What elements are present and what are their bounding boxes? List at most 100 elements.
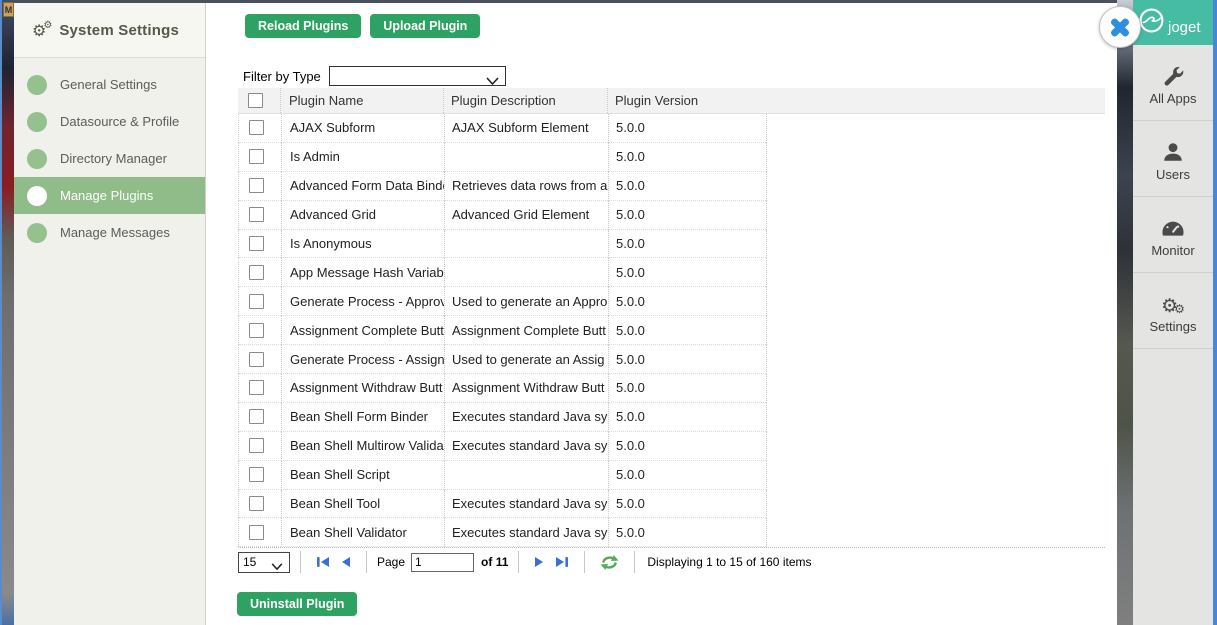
filler-cell — [766, 432, 1105, 461]
refresh-icon[interactable] — [600, 554, 619, 571]
row-checkbox[interactable] — [249, 467, 264, 482]
filler-cell — [766, 287, 1105, 316]
table-row: AJAX SubformAJAX Subform Element5.0.0 — [238, 114, 1105, 143]
plugin-version-cell: 5.0.0 — [608, 287, 766, 316]
bullet-icon — [27, 112, 47, 132]
upload-plugin-button[interactable]: Upload Plugin — [370, 14, 480, 38]
nav-item-settings[interactable]: ⚙⚙Settings — [1133, 273, 1213, 349]
table-row: Is Anonymous5.0.0 — [238, 230, 1105, 259]
row-checkbox[interactable] — [249, 236, 264, 251]
table-body: AJAX SubformAJAX Subform Element5.0.0Is … — [238, 114, 1105, 547]
row-checkbox[interactable] — [249, 380, 264, 395]
plugin-name-cell: Bean Shell Form Binder — [281, 403, 444, 432]
plugin-description-cell — [444, 230, 608, 259]
filler-cell — [766, 374, 1105, 403]
page-label: Page — [377, 555, 405, 569]
table-row: Bean Shell Script5.0.0 — [238, 461, 1105, 490]
system-settings-sidebar: ⚙⚙ System Settings General SettingsDatas… — [14, 3, 206, 625]
row-checkbox-cell — [239, 316, 281, 345]
filter-type-select[interactable] — [329, 66, 506, 86]
page-number-input[interactable] — [411, 553, 474, 572]
uninstall-plugin-button[interactable]: Uninstall Plugin — [237, 592, 357, 616]
row-checkbox[interactable] — [249, 265, 264, 280]
plugin-description-cell: Used to generate an Appro — [444, 287, 608, 316]
table-row: Generate Process - ApprovUsed to generat… — [238, 287, 1105, 316]
column-header-plugin-version[interactable]: Plugin Version — [607, 88, 765, 113]
plugin-version-cell: 5.0.0 — [608, 403, 766, 432]
row-checkbox[interactable] — [249, 323, 264, 338]
filter-row: Filter by Type — [243, 66, 506, 86]
next-page-icon[interactable] — [534, 556, 545, 568]
sidebar-item-manage-messages[interactable]: Manage Messages — [14, 214, 205, 251]
select-all-checkbox[interactable] — [248, 93, 263, 108]
filler-cell — [766, 403, 1105, 432]
table-row: Assignment Withdraw ButtAssignment Withd… — [238, 374, 1105, 403]
pagination-bar: 15 Page of 11 Displaying 1 to 15 of 160 … — [238, 551, 811, 573]
nav-item-label: Users — [1156, 167, 1190, 182]
previous-page-icon[interactable] — [340, 556, 351, 568]
plugin-version-cell: 5.0.0 — [608, 316, 766, 345]
last-page-icon[interactable] — [555, 556, 569, 568]
plugin-version-cell: 5.0.0 — [608, 345, 766, 374]
nav-item-users[interactable]: Users — [1133, 121, 1213, 197]
column-header-plugin-name[interactable]: Plugin Name — [280, 88, 443, 113]
nav-item-all-apps[interactable]: All Apps — [1133, 45, 1213, 121]
filler-cell — [766, 172, 1105, 201]
plugin-name-cell: Assignment Withdraw Butt — [281, 374, 444, 403]
row-checkbox[interactable] — [249, 149, 264, 164]
table-row: Assignment Complete ButtAssignment Compl… — [238, 316, 1105, 345]
bullet-icon — [27, 223, 47, 243]
first-page-icon[interactable] — [316, 556, 330, 568]
plugin-description-cell — [444, 461, 608, 490]
plugin-description-cell: Executes standard Java sy — [444, 432, 608, 461]
row-checkbox[interactable] — [249, 496, 264, 511]
sidebar-item-datasource-profile[interactable]: Datasource & Profile — [14, 103, 205, 140]
reload-plugins-button[interactable]: Reload Plugins — [245, 14, 361, 38]
plugin-description-cell: Retrieves data rows from a — [444, 172, 608, 201]
page-size-select[interactable]: 15 — [238, 552, 290, 573]
row-checkbox[interactable] — [249, 409, 264, 424]
row-checkbox[interactable] — [249, 438, 264, 453]
column-header-plugin-description[interactable]: Plugin Description — [443, 88, 607, 113]
row-checkbox[interactable] — [249, 525, 264, 540]
row-checkbox[interactable] — [249, 207, 264, 222]
row-checkbox[interactable] — [249, 352, 264, 367]
close-button[interactable] — [1099, 6, 1141, 48]
nav-item-label: Settings — [1150, 319, 1197, 334]
row-checkbox[interactable] — [249, 120, 264, 135]
plugin-name-cell: Advanced Grid — [281, 201, 444, 230]
pager-separator — [584, 551, 585, 573]
sidebar-item-directory-manager[interactable]: Directory Manager — [14, 140, 205, 177]
filler-cell — [766, 143, 1105, 172]
joget-brand-header[interactable]: joget — [1133, 0, 1213, 45]
sidebar-item-label: Directory Manager — [60, 151, 167, 166]
sidebar-item-label: Datasource & Profile — [60, 114, 179, 129]
nav-item-label: All Apps — [1150, 91, 1197, 106]
plugin-name-cell: Is Admin — [281, 143, 444, 172]
plugin-name-cell: Advanced Form Data Binde — [281, 172, 444, 201]
user-icon — [1161, 136, 1185, 164]
nav-item-monitor[interactable]: Monitor — [1133, 197, 1213, 273]
plugin-name-cell: Generate Process - Approv — [281, 287, 444, 316]
table-row: App Message Hash Variab5.0.0 — [238, 258, 1105, 287]
table-row: Bean Shell ValidatorExecutes standard Ja… — [238, 518, 1105, 547]
filter-label: Filter by Type — [243, 69, 321, 84]
row-checkbox-cell — [239, 461, 281, 490]
row-checkbox[interactable] — [249, 294, 264, 309]
plugin-version-cell: 5.0.0 — [608, 490, 766, 519]
row-checkbox[interactable] — [249, 178, 264, 193]
pager-separator — [518, 551, 519, 573]
joget-nav-items: All Apps Users Monitor⚙⚙Settings — [1133, 45, 1213, 349]
plugin-version-cell: 5.0.0 — [608, 114, 766, 143]
joget-nav-sidebar: joget All Apps Users Monitor⚙⚙Settings — [1133, 0, 1213, 625]
joget-logo-icon — [1138, 7, 1165, 39]
wrench-icon — [1161, 60, 1185, 88]
row-checkbox-cell — [239, 518, 281, 547]
pager-separator — [300, 551, 301, 573]
manage-plugins-panel: Reload Plugins Upload Plugin Filter by T… — [206, 3, 1117, 625]
table-row: Bean Shell Form BinderExecutes standard … — [238, 403, 1105, 432]
plugin-description-cell: Used to generate an Assig — [444, 345, 608, 374]
plugin-version-cell: 5.0.0 — [608, 374, 766, 403]
sidebar-item-general-settings[interactable]: General Settings — [14, 66, 205, 103]
sidebar-item-manage-plugins[interactable]: Manage Plugins — [14, 177, 205, 214]
